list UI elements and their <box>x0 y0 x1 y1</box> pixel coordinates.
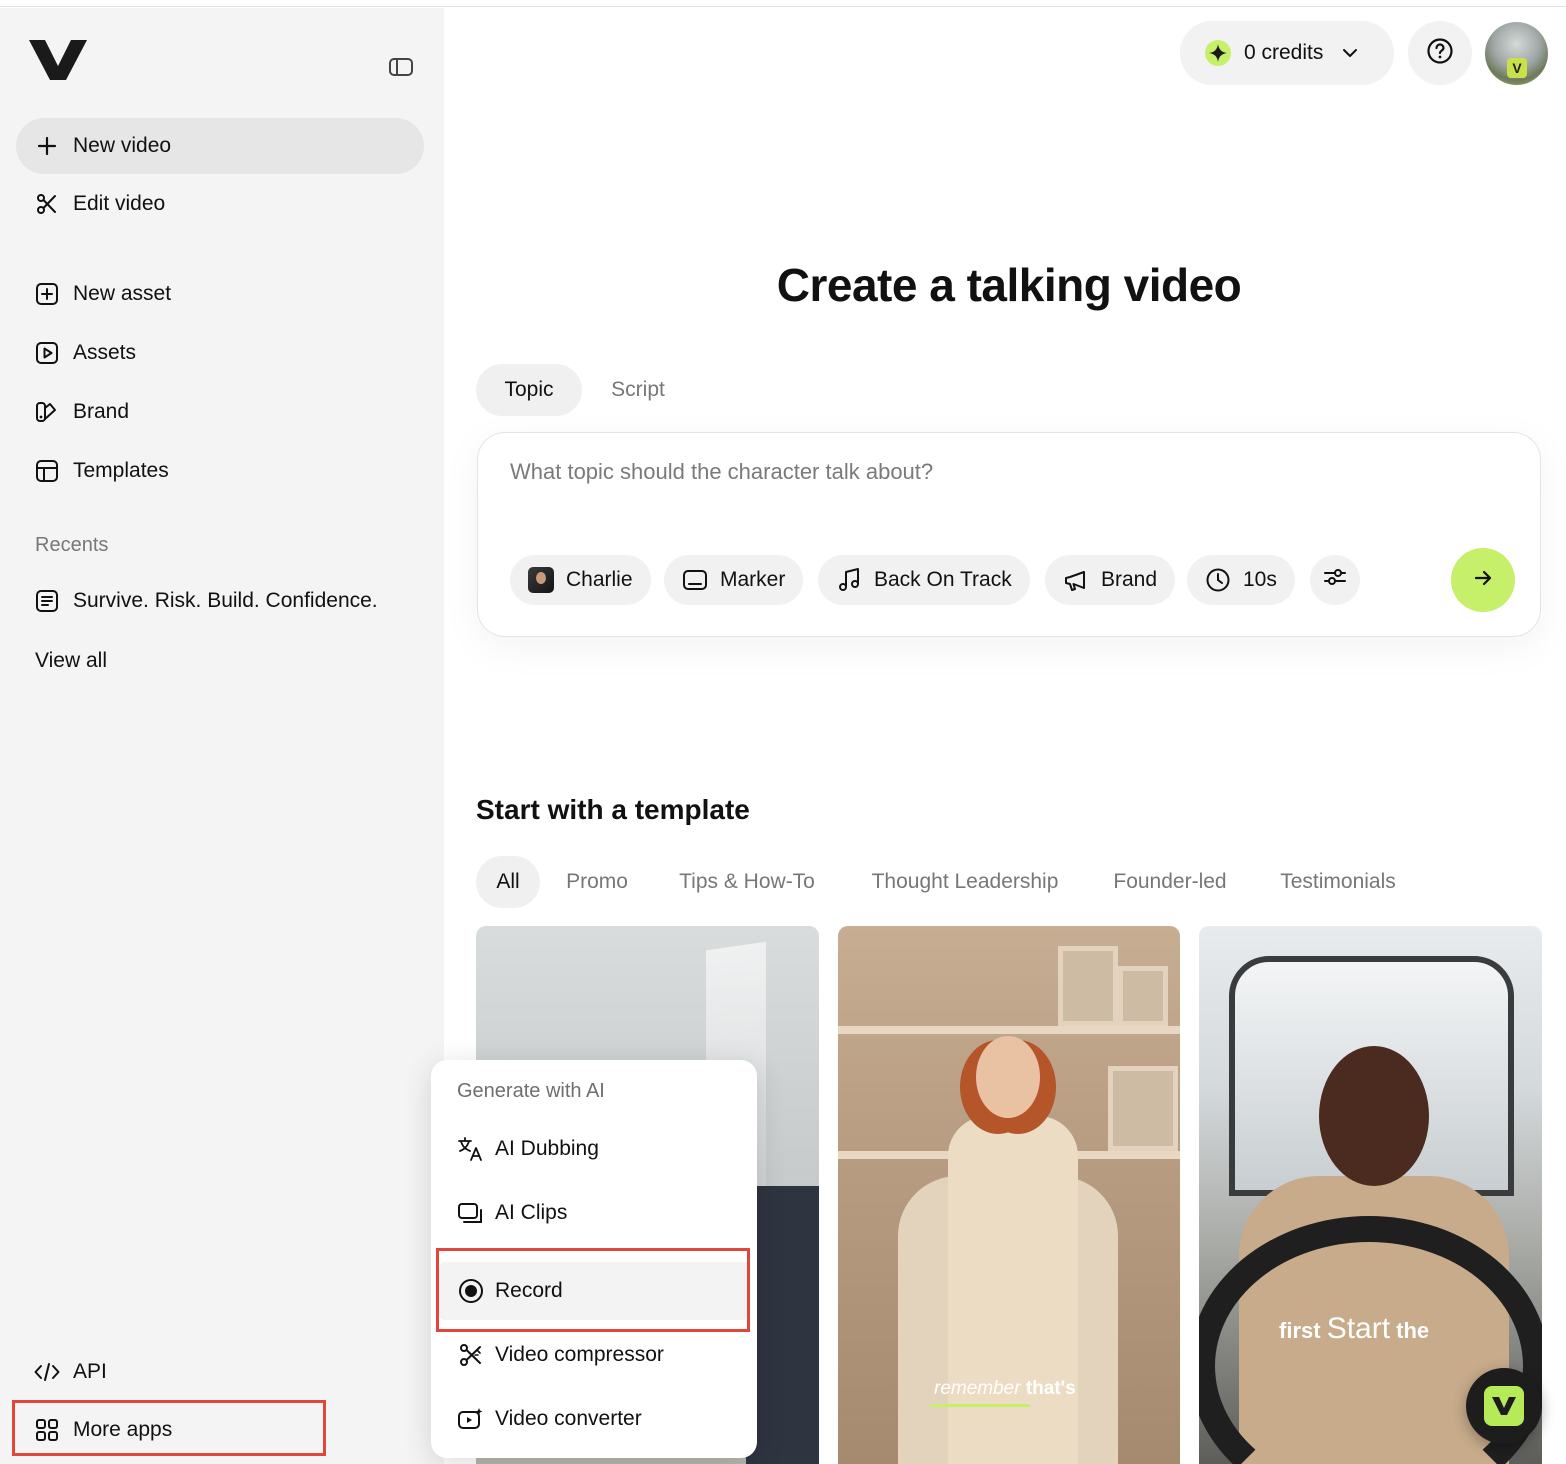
avatar-logo-icon: V <box>1507 58 1527 78</box>
edit-video-label: Edit video <box>73 192 166 215</box>
help-button[interactable] <box>1408 21 1472 85</box>
logo[interactable] <box>28 36 88 82</box>
settings-chip[interactable] <box>1310 555 1360 605</box>
floating-app-button[interactable] <box>1466 1368 1542 1444</box>
palette-icon <box>34 399 60 425</box>
filter-tab-all[interactable]: All <box>476 856 540 908</box>
topic-input[interactable] <box>510 459 1490 485</box>
music-note-icon <box>836 567 862 593</box>
filter-tab-promo[interactable]: Promo <box>550 856 644 908</box>
menu-item-label: AI Dubbing <box>495 1137 599 1160</box>
character-chip-label: Charlie <box>566 568 633 591</box>
video-convert-icon <box>457 1405 485 1433</box>
brand-chip[interactable]: Brand <box>1045 555 1176 605</box>
music-chip-label: Back On Track <box>874 568 1012 591</box>
tab-topic[interactable]: Topic <box>476 364 582 416</box>
layout-icon <box>34 458 60 484</box>
brand-chip-label: Brand <box>1101 568 1158 591</box>
menu-item-ai-clips[interactable]: AI Clips <box>439 1184 749 1242</box>
template-card-2[interactable]: remember that's <box>838 926 1180 1464</box>
top-border <box>0 0 1566 7</box>
sidebar-item-templates[interactable]: Templates <box>16 443 424 499</box>
sparkle-icon <box>1204 39 1232 67</box>
megaphone-icon <box>1063 567 1089 593</box>
highlight-box-more-apps <box>12 1400 326 1456</box>
duration-chip-label: 10s <box>1243 568 1277 591</box>
compress-icon <box>457 1341 485 1369</box>
sidebar: New video Edit video New asset Assets Br… <box>0 8 444 1464</box>
caption-style-label: Marker <box>720 568 786 591</box>
character-chip[interactable]: Charlie <box>510 555 651 605</box>
scissors-icon <box>34 191 60 217</box>
question-icon <box>1426 37 1454 70</box>
sliders-icon <box>1323 566 1347 594</box>
templates-label: Templates <box>73 459 169 482</box>
new-asset-label: New asset <box>73 282 172 305</box>
recent-item[interactable]: Survive. Risk. Build. Confidence. <box>16 573 424 629</box>
credits-dropdown[interactable]: 0 credits <box>1180 21 1394 85</box>
chevron-down-icon <box>1341 44 1359 62</box>
template-caption: remember that's <box>934 1378 1076 1399</box>
menu-item-ai-dubbing[interactable]: AI Dubbing <box>439 1120 749 1178</box>
page-title: Create a talking video <box>776 259 1242 311</box>
menu-item-video-converter[interactable]: Video converter <box>439 1390 749 1448</box>
credits-label: 0 credits <box>1244 41 1324 64</box>
highlight-box-record <box>436 1248 750 1332</box>
new-video-label: New video <box>73 134 172 157</box>
menu-item-label: AI Clips <box>495 1201 568 1224</box>
menu-item-label: Video converter <box>495 1407 642 1430</box>
edit-video-button[interactable]: Edit video <box>16 176 424 232</box>
sidebar-item-api[interactable]: API <box>16 1344 424 1400</box>
brand-label: Brand <box>73 400 130 423</box>
recents-heading: Recents <box>35 534 109 556</box>
plus-icon <box>34 133 60 159</box>
filter-tab-tips[interactable]: Tips & How-To <box>660 856 834 908</box>
filter-tab-founder-led[interactable]: Founder-led <box>1094 856 1246 908</box>
prompt-card: Charlie Marker Back On Track Brand 10s <box>477 432 1541 637</box>
user-avatar[interactable]: V <box>1485 22 1548 85</box>
template-caption: first Start the <box>1279 1312 1430 1345</box>
sidebar-item-assets[interactable]: Assets <box>16 325 424 381</box>
plus-square-icon <box>34 281 60 307</box>
submit-button[interactable] <box>1451 548 1515 612</box>
tab-script[interactable]: Script <box>590 364 686 416</box>
collapse-sidebar-icon[interactable] <box>388 56 418 80</box>
character-thumbnail <box>528 567 554 593</box>
presenter-image <box>1319 1046 1429 1186</box>
assets-label: Assets <box>73 341 137 364</box>
arrow-right-icon <box>1471 566 1495 595</box>
caption-style-chip[interactable]: Marker <box>664 555 804 605</box>
play-square-icon <box>34 340 60 366</box>
translate-icon <box>457 1135 485 1163</box>
duration-chip[interactable]: 10s <box>1187 555 1295 605</box>
document-icon <box>34 588 60 614</box>
new-video-button[interactable]: New video <box>16 118 424 174</box>
sidebar-item-brand[interactable]: Brand <box>16 384 424 440</box>
clips-icon <box>457 1199 485 1227</box>
templates-heading: Start with a template <box>476 794 750 825</box>
filter-tab-thought-leadership[interactable]: Thought Leadership <box>850 856 1080 908</box>
code-icon <box>34 1359 60 1385</box>
sidebar-item-new-asset[interactable]: New asset <box>16 266 424 322</box>
v-logo-icon <box>1484 1386 1524 1426</box>
api-label: API <box>73 1360 107 1383</box>
music-chip[interactable]: Back On Track <box>818 555 1030 605</box>
view-all-link[interactable]: View all <box>35 649 107 673</box>
filter-tab-testimonials[interactable]: Testimonials <box>1260 856 1416 908</box>
menu-item-video-compressor[interactable]: Video compressor <box>439 1326 749 1384</box>
menu-item-label: Video compressor <box>495 1343 664 1366</box>
captions-icon <box>682 567 708 593</box>
clock-icon <box>1205 567 1231 593</box>
menu-section-label: Generate with AI <box>457 1080 605 1102</box>
recent-item-label: Survive. Risk. Build. Confidence. <box>73 589 378 612</box>
